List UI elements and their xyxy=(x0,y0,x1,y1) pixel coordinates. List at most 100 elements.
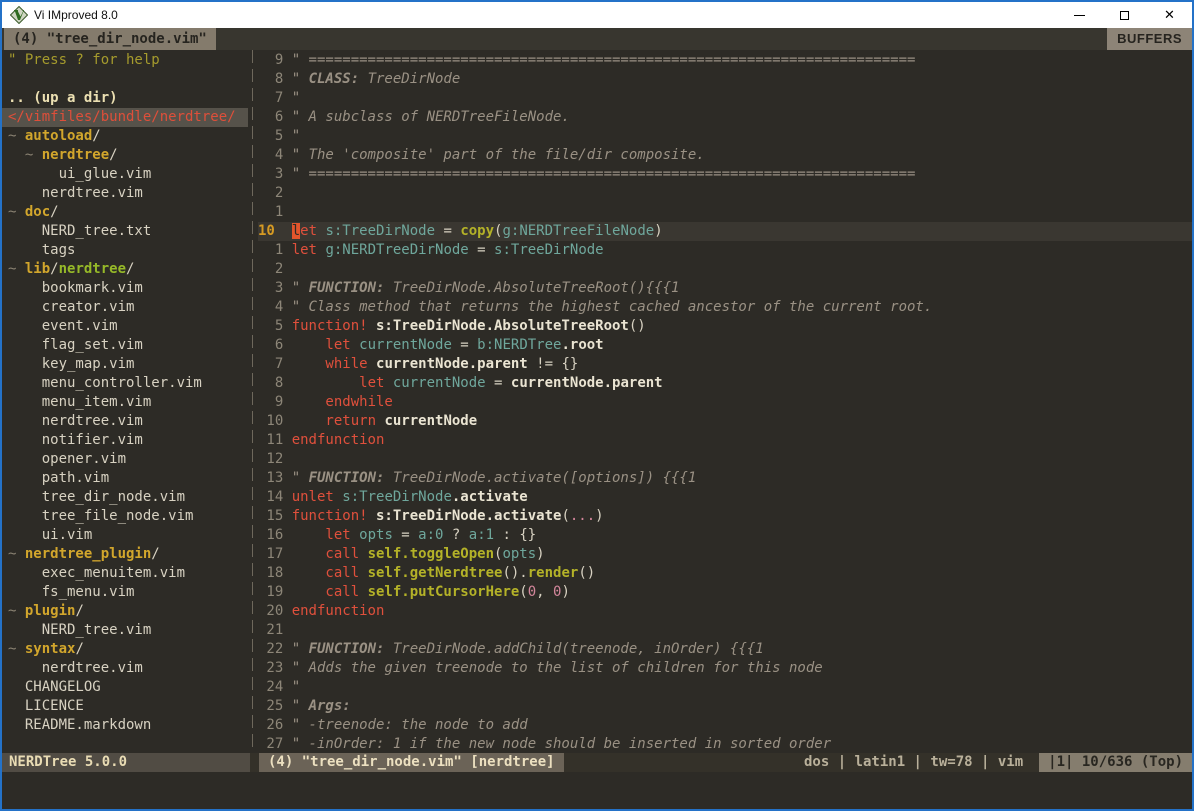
code-line[interactable]: 18 call self.getNerdtree().render() xyxy=(258,564,1192,583)
nerdtree-file[interactable]: path.vim xyxy=(8,469,248,488)
code-line[interactable]: 16 let opts = a:0 ? a:1 : {} xyxy=(258,526,1192,545)
tab-tree-dir-node[interactable]: (4) "tree_dir_node.vim" xyxy=(4,28,216,50)
nerdtree-file[interactable]: ui.vim xyxy=(8,526,248,545)
nerdtree-file[interactable]: opener.vim xyxy=(8,450,248,469)
code-line[interactable]: 7 while currentNode.parent != {} xyxy=(258,355,1192,374)
code-line[interactable]: 27" -inOrder: 1 if the new node should b… xyxy=(258,735,1192,753)
nerdtree-up-a-dir[interactable]: .. (up a dir) xyxy=(8,89,248,108)
nerdtree-file[interactable]: tags xyxy=(8,241,248,260)
nerdtree-file[interactable]: NERD_tree.txt xyxy=(8,222,248,241)
nerdtree-root-path[interactable]: </vimfiles/bundle/nerdtree/ xyxy=(2,108,248,127)
line-number: 4 xyxy=(258,298,292,317)
code-line[interactable]: 14unlet s:TreeDirNode.activate xyxy=(258,488,1192,507)
nerdtree-file[interactable]: CHANGELOG xyxy=(8,678,248,697)
nerdtree-file[interactable]: bookmark.vim xyxy=(8,279,248,298)
code-text xyxy=(292,203,1192,222)
code-line[interactable]: 23" Adds the given treenode to the list … xyxy=(258,659,1192,678)
code-line[interactable]: 7" xyxy=(258,89,1192,108)
nerdtree-panel[interactable]: " Press ? for help .. (up a dir)</vimfile… xyxy=(2,50,248,753)
nerdtree-file[interactable]: LICENCE xyxy=(8,697,248,716)
nerdtree-file[interactable]: README.markdown xyxy=(8,716,248,735)
main-split: " Press ? for help .. (up a dir)</vimfile… xyxy=(2,50,1192,753)
command-line-area[interactable] xyxy=(2,772,1192,809)
nerdtree-file[interactable]: tree_file_node.vim xyxy=(8,507,248,526)
code-line[interactable]: 1let g:NERDTreeDirNode = s:TreeDirNode xyxy=(258,241,1192,260)
nerdtree-file[interactable]: menu_item.vim xyxy=(8,393,248,412)
code-text: endwhile xyxy=(292,393,1192,412)
code-line[interactable]: 9 endwhile xyxy=(258,393,1192,412)
line-number: 12 xyxy=(258,450,292,469)
window-separator[interactable] xyxy=(248,50,258,753)
code-line[interactable]: 17 call self.toggleOpen(opts) xyxy=(258,545,1192,564)
nerdtree-file[interactable]: flag_set.vim xyxy=(8,336,248,355)
nerdtree-file[interactable]: tree_dir_node.vim xyxy=(8,488,248,507)
code-line[interactable]: 22" FUNCTION: TreeDirNode.addChild(treen… xyxy=(258,640,1192,659)
code-line[interactable]: 4" The 'composite' part of the file/dir … xyxy=(258,146,1192,165)
line-number: 7 xyxy=(258,89,292,108)
line-number: 4 xyxy=(258,146,292,165)
code-line-current[interactable]: 10let s:TreeDirNode = copy(g:NERDTreeFil… xyxy=(258,222,1192,241)
code-text: call self.toggleOpen(opts) xyxy=(292,545,1192,564)
code-line[interactable]: 8" CLASS: TreeDirNode xyxy=(258,70,1192,89)
nerdtree-file[interactable]: exec_menuitem.vim xyxy=(8,564,248,583)
nerdtree-file[interactable]: key_map.vim xyxy=(8,355,248,374)
code-line[interactable]: 11endfunction xyxy=(258,431,1192,450)
code-line[interactable]: 21 xyxy=(258,621,1192,640)
code-text: " A subclass of NERDTreeFileNode. xyxy=(292,108,1192,127)
nerdtree-file[interactable]: event.vim xyxy=(8,317,248,336)
nerdtree-dir-nerdtree[interactable]: ~ nerdtree/ xyxy=(8,146,248,165)
code-line[interactable]: 3" =====================================… xyxy=(258,165,1192,184)
code-line[interactable]: 12 xyxy=(258,450,1192,469)
code-line[interactable]: 6" A subclass of NERDTreeFileNode. xyxy=(258,108,1192,127)
nerdtree-file[interactable]: fs_menu.vim xyxy=(8,583,248,602)
line-number: 23 xyxy=(258,659,292,678)
nerdtree-file[interactable]: creator.vim xyxy=(8,298,248,317)
code-line[interactable]: 3" FUNCTION: TreeDirNode.AbsoluteTreeRoo… xyxy=(258,279,1192,298)
code-text: " xyxy=(292,89,1192,108)
code-line[interactable]: 2 xyxy=(258,260,1192,279)
maximize-button[interactable] xyxy=(1102,2,1147,28)
code-line[interactable]: 6 let currentNode = b:NERDTree.root xyxy=(258,336,1192,355)
nerdtree-file[interactable]: menu_controller.vim xyxy=(8,374,248,393)
line-number: 22 xyxy=(258,640,292,659)
code-line[interactable]: 4" Class method that returns the highest… xyxy=(258,298,1192,317)
line-number: 16 xyxy=(258,526,292,545)
code-line[interactable]: 1 xyxy=(258,203,1192,222)
code-text: let opts = a:0 ? a:1 : {} xyxy=(292,526,1192,545)
nerdtree-dir-lib-nerdtree[interactable]: ~ lib/nerdtree/ xyxy=(8,260,248,279)
nerdtree-dir-doc[interactable]: ~ doc/ xyxy=(8,203,248,222)
nerdtree-file[interactable]: NERD_tree.vim xyxy=(8,621,248,640)
nerdtree-file[interactable]: nerdtree.vim xyxy=(8,659,248,678)
code-line[interactable]: 20endfunction xyxy=(258,602,1192,621)
line-number: 2 xyxy=(258,184,292,203)
code-line[interactable]: 25" Args: xyxy=(258,697,1192,716)
code-line[interactable]: 8 let currentNode = currentNode.parent xyxy=(258,374,1192,393)
code-line[interactable]: 2 xyxy=(258,184,1192,203)
buffers-label[interactable]: BUFFERS xyxy=(1107,28,1192,50)
code-text xyxy=(292,184,1192,203)
code-text: " xyxy=(292,127,1192,146)
code-area[interactable]: 9" =====================================… xyxy=(258,50,1192,753)
nerdtree-line[interactable]: " Press ? for help xyxy=(8,51,248,70)
code-line[interactable]: 5function! s:TreeDirNode.AbsoluteTreeRoo… xyxy=(258,317,1192,336)
code-line[interactable]: 26" -treenode: the node to add xyxy=(258,716,1192,735)
nerdtree-dir-autoload[interactable]: ~ autoload/ xyxy=(8,127,248,146)
nerdtree-file[interactable]: notifier.vim xyxy=(8,431,248,450)
code-text: while currentNode.parent != {} xyxy=(292,355,1192,374)
code-line[interactable]: 5" xyxy=(258,127,1192,146)
close-button[interactable]: ✕ xyxy=(1147,2,1192,28)
code-text: function! s:TreeDirNode.activate(...) xyxy=(292,507,1192,526)
minimize-button[interactable] xyxy=(1057,2,1102,28)
nerdtree-dir-syntax[interactable]: ~ syntax/ xyxy=(8,640,248,659)
nerdtree-file[interactable]: ui_glue.vim xyxy=(8,165,248,184)
code-line[interactable]: 13" FUNCTION: TreeDirNode.activate([opti… xyxy=(258,469,1192,488)
code-line[interactable]: 9" =====================================… xyxy=(258,51,1192,70)
nerdtree-file[interactable]: nerdtree.vim xyxy=(8,184,248,203)
code-line[interactable]: 10 return currentNode xyxy=(258,412,1192,431)
code-line[interactable]: 19 call self.putCursorHere(0, 0) xyxy=(258,583,1192,602)
nerdtree-dir-plugin[interactable]: ~ plugin/ xyxy=(8,602,248,621)
nerdtree-file[interactable]: nerdtree.vim xyxy=(8,412,248,431)
code-line[interactable]: 15function! s:TreeDirNode.activate(...) xyxy=(258,507,1192,526)
nerdtree-dir-nerdtree-plugin[interactable]: ~ nerdtree_plugin/ xyxy=(8,545,248,564)
code-line[interactable]: 24" xyxy=(258,678,1192,697)
